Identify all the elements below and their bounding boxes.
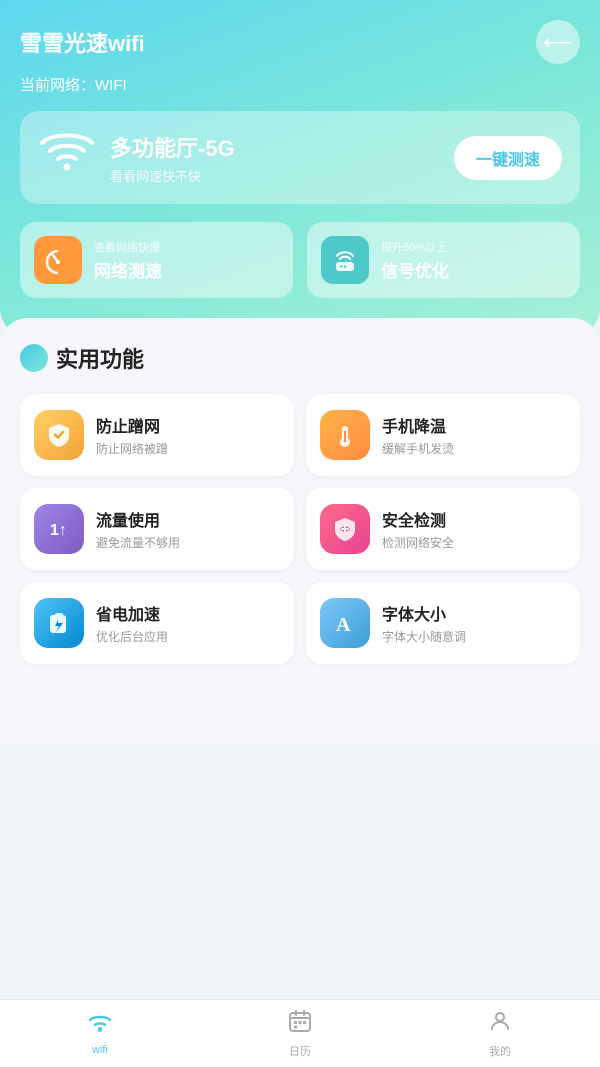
bottom-nav: wifi 日历 我的 — [0, 999, 600, 1067]
nav-item-calendar[interactable]: 日历 — [200, 1000, 400, 1067]
security-icon — [320, 504, 370, 554]
feature-grid: 防止蹭网 防止网络被蹭 手机降温 缓解手机发烫 — [20, 394, 580, 664]
grid-item-font[interactable]: A 字体大小 字体大小随意调 — [306, 582, 580, 664]
grid-item-security[interactable]: 安全检测 检测网络安全 — [306, 488, 580, 570]
wifi-info-card: 多功能厅-5G 看看网速快不快 一键测速 — [20, 111, 580, 204]
nav-item-profile[interactable]: 我的 — [400, 1000, 600, 1067]
profile-nav-icon — [488, 1009, 512, 1040]
grid-item-traffic[interactable]: 1↑ 流量使用 避免流量不够用 — [20, 488, 294, 570]
section-title: 实用功能 — [56, 342, 144, 374]
speed-test-button[interactable]: 一键测速 — [454, 136, 562, 180]
font-text: 字体大小 字体大小随意调 — [382, 601, 466, 645]
calendar-nav-label: 日历 — [289, 1043, 311, 1059]
cooling-text: 手机降温 缓解手机发烫 — [382, 413, 454, 457]
battery-icon — [34, 598, 84, 648]
signal-text: 提升50%以上 信号优化 — [381, 239, 449, 282]
svg-text:A: A — [336, 614, 351, 636]
wifi-nav-label: wifi — [92, 1044, 108, 1056]
network-name: 多功能厅-5G — [110, 131, 235, 163]
wifi-large-icon — [38, 129, 96, 186]
nav-item-wifi[interactable]: wifi — [0, 1000, 200, 1067]
thermometer-icon — [320, 410, 370, 460]
profile-nav-label: 我的 — [489, 1043, 511, 1059]
grid-item-cooling[interactable]: 手机降温 缓解手机发烫 — [306, 394, 580, 476]
font-icon: A — [320, 598, 370, 648]
app-title: 雪雪光速wifi — [20, 26, 145, 58]
grid-row-1: 防止蹭网 防止网络被蹭 手机降温 缓解手机发烫 — [20, 394, 580, 476]
security-check-text: 安全检测 检测网络安全 — [382, 507, 454, 551]
network-sub: 看看网速快不快 — [110, 166, 235, 185]
grid-item-battery[interactable]: 省电加速 优化后台应用 — [20, 582, 294, 664]
speed-text: 查看网络快慢 网络测速 — [94, 239, 162, 282]
feature-card-signal[interactable]: 提升50%以上 信号优化 — [307, 222, 580, 298]
grid-row-2: 1↑ 流量使用 避免流量不够用 安全检测 — [20, 488, 580, 570]
top-section: 雪雪光速wifi ⟵ 当前网络：WIFI 多功能厅-5G 看看网速快不快 — [0, 0, 600, 338]
grid-item-security-wifi[interactable]: 防止蹭网 防止网络被蹭 — [20, 394, 294, 476]
header: 雪雪光速wifi ⟵ — [20, 0, 580, 74]
current-network-label: 当前网络：WIFI — [20, 74, 580, 95]
traffic-icon: 1↑ — [34, 504, 84, 554]
svg-text:1↑: 1↑ — [50, 522, 67, 539]
section-dot — [20, 344, 48, 372]
security-wifi-text: 防止蹭网 防止网络被蹭 — [96, 413, 168, 457]
section-header: 实用功能 — [20, 342, 580, 374]
calendar-nav-icon — [288, 1009, 312, 1040]
wifi-nav-icon — [87, 1012, 113, 1041]
speed-icon — [34, 236, 82, 284]
wifi-info-text: 多功能厅-5G 看看网速快不快 — [110, 131, 235, 185]
traffic-text: 流量使用 避免流量不够用 — [96, 507, 180, 551]
back-button[interactable]: ⟵ — [536, 20, 580, 64]
wifi-card-left: 多功能厅-5G 看看网速快不快 — [38, 129, 235, 186]
signal-icon — [321, 236, 369, 284]
quick-feature-row: 查看网络快慢 网络测速 提升50%以上 信号优化 — [20, 222, 580, 298]
grid-row-3: 省电加速 优化后台应用 A 字体大小 字体大小随意调 — [20, 582, 580, 664]
feature-card-speed[interactable]: 查看网络快慢 网络测速 — [20, 222, 293, 298]
shield-icon — [34, 410, 84, 460]
back-icon: ⟵ — [544, 30, 573, 55]
bottom-section: 实用功能 防止蹭网 防止网络被蹭 — [0, 318, 600, 744]
battery-text: 省电加速 优化后台应用 — [96, 601, 168, 645]
